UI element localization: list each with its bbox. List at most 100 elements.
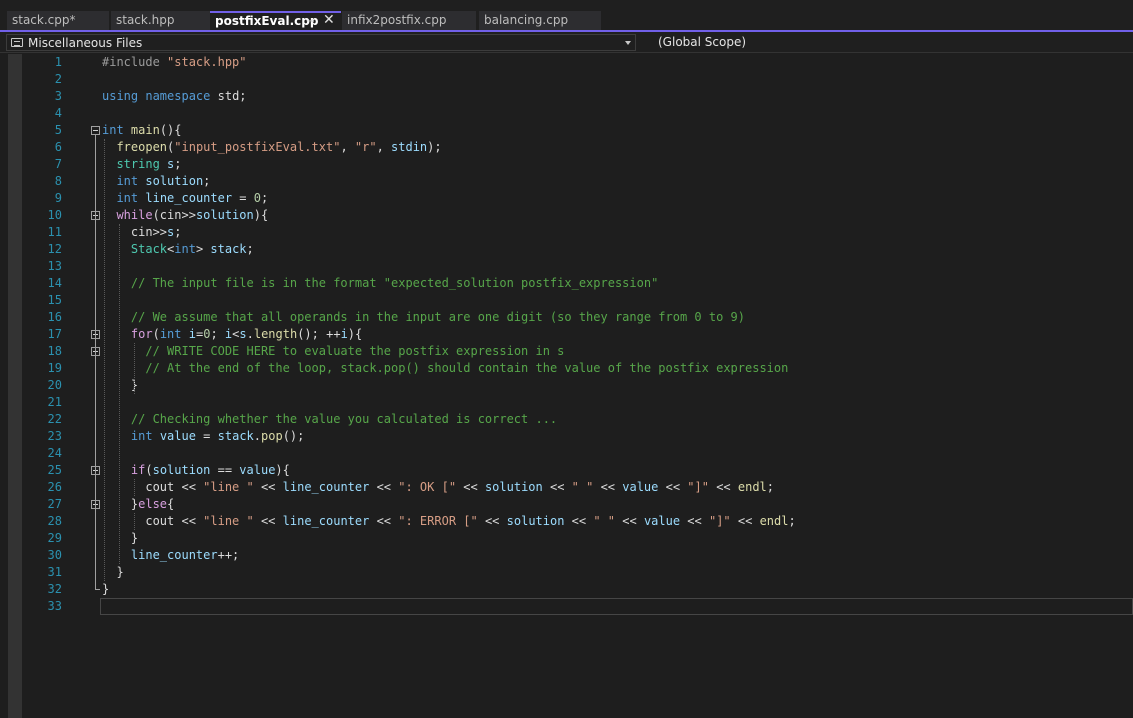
code-token: cout << [102,480,204,494]
code-line[interactable]: string s; [102,156,181,173]
code-line[interactable]: int solution; [102,173,210,190]
code-token: i [188,327,196,341]
line-number: 17 [47,327,62,341]
code-line[interactable]: int value = stack.pop(); [102,428,304,445]
code-token: ": OK [" [398,480,457,494]
tab-postfixeval-cpp[interactable]: postfixEval.cpp ⊸ ✕ [210,11,341,30]
code-line[interactable]: cout << "line " << line_counter << ": OK… [102,479,774,496]
code-token: ; [210,327,225,341]
code-token: << [542,480,572,494]
tab-stack-hpp[interactable]: stack.hpp [111,11,210,30]
code-token: ++; [217,548,240,562]
code-token: << [369,514,399,528]
outline-end [95,589,100,590]
code-line[interactable]: } [102,530,138,547]
files-icon [11,38,23,47]
code-line[interactable]: line_counter++; [102,547,239,564]
code-line[interactable]: } [102,581,109,598]
code-editor[interactable]: 1 2 3 4 5 6 7 8 9 10 11 12 13 14 15 16 17 18 19 20 21 22 23 24 2… [0,54,1133,718]
line-number: 20 [47,378,62,392]
code-token: << [593,480,623,494]
line-number: 19 [47,361,62,375]
code-token: solution [484,480,543,494]
code-line[interactable]: int line_counter = 0; [102,190,268,207]
line-number: 14 [47,276,62,290]
line-number: 31 [47,565,62,579]
code-line[interactable]: cout << "line " << line_counter << ": ER… [102,513,795,530]
code-token: , [340,140,355,154]
tab-label: infix2postfix.cpp [347,13,447,27]
selection-margin [8,54,22,718]
close-icon[interactable]: ✕ [323,13,335,29]
scope-dropdown[interactable]: (Global Scope) [640,34,1133,51]
code-line[interactable]: cin>>s; [102,224,182,241]
tab-label: postfixEval.cpp [215,14,319,28]
line-number: 30 [47,548,62,562]
collapse-icon[interactable] [91,126,100,135]
indent-guide [134,513,135,530]
code-line[interactable]: if(solution == value){ [102,462,290,479]
code-token: << [658,480,688,494]
code-token: string [116,157,160,171]
code-line[interactable]: freopen("input_postfixEval.txt", "r", st… [102,139,441,156]
line-number: 1 [54,55,62,69]
code-token: if [130,463,146,477]
line-number: 32 [47,582,62,596]
project-dropdown[interactable]: Miscellaneous Files [6,34,636,51]
code-token: = [232,191,254,205]
line-number: 2 [54,72,62,86]
navigation-bar: Miscellaneous Files (Global Scope) [0,32,1133,53]
line-number: 7 [54,157,62,171]
code-line[interactable]: // We assume that all operands in the in… [102,309,745,326]
code-line[interactable]: // WRITE CODE HERE to evaluate the postf… [102,343,564,360]
tab-label: balancing.cpp [484,13,569,27]
code-line[interactable]: Stack<int> stack; [102,241,254,258]
code-token: << [730,514,760,528]
code-token: = [195,429,218,443]
code-line[interactable]: using namespace std; [102,88,247,105]
code-token: << [456,480,485,494]
line-number: 12 [47,242,62,256]
code-line[interactable]: }else{ [102,496,174,513]
document-tab-strip: stack.cpp* stack.hpp postfixEval.cpp ⊸ ✕… [0,0,1133,31]
line-number: 3 [54,89,62,103]
code-token: ; [203,174,211,188]
line-number: 13 [47,259,62,273]
code-token: << [564,514,594,528]
code-line[interactable]: // Checking whether the value you calcul… [102,411,557,428]
code-line[interactable]: #include "stack.hpp" [102,54,247,71]
code-token: cout << [102,514,204,528]
line-number: 28 [47,514,62,528]
code-token: // Checking whether the value you calcul… [130,412,558,426]
tab-balancing-cpp[interactable]: balancing.cpp [479,11,601,30]
code-token: value [239,463,276,477]
code-line[interactable]: // The input file is in the format "expe… [102,275,658,292]
code-token: ; [766,480,775,494]
code-line[interactable]: } [102,564,124,581]
code-token: stack [210,242,247,256]
indent-guide [104,139,105,581]
code-line[interactable]: for(int i=0; i<s.length(); ++i){ [102,326,362,343]
code-line[interactable]: // At the end of the loop, stack.pop() s… [102,360,788,377]
code-token: << [708,480,738,494]
code-token: value [159,429,196,443]
pin-icon[interactable]: ⊸ [306,13,314,30]
tab-stack-cpp[interactable]: stack.cpp* [7,11,109,30]
code-token: ; [246,242,254,256]
tab-infix2postfix-cpp[interactable]: infix2postfix.cpp [342,11,476,30]
code-token: } [102,565,124,579]
line-number: 9 [54,191,62,205]
code-token: std; [210,89,247,103]
code-token: line_counter [282,480,370,494]
code-line[interactable]: } [102,377,138,394]
chevron-down-icon [625,41,631,45]
line-number: 6 [54,140,62,154]
code-token: , [376,140,392,154]
code-line[interactable]: int main(){ [102,122,182,139]
code-token: == [210,463,240,477]
code-line[interactable]: while(cin>>solution){ [102,207,268,224]
